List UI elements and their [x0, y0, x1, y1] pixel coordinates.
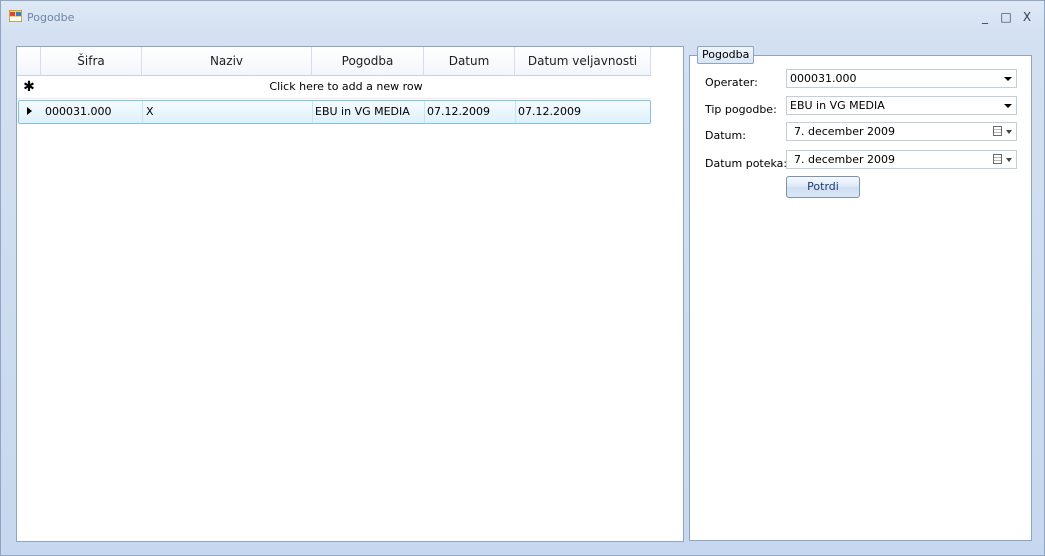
grid-header: Šifra Naziv Pogodba Datum Datum veljavno…: [17, 47, 651, 76]
column-header-datum-veljavnosti[interactable]: Datum veljavnosti: [515, 47, 651, 75]
row-pointer-icon: [27, 107, 32, 115]
contracts-grid[interactable]: Šifra Naziv Pogodba Datum Datum veljavno…: [16, 46, 684, 542]
datum-label: Datum:: [705, 129, 746, 142]
cell-naziv[interactable]: X: [143, 101, 313, 123]
datum-value[interactable]: 7. december 2009: [794, 125, 895, 138]
operater-label: Operater:: [705, 76, 758, 89]
table-row[interactable]: 000031.000 X EBU in VG MEDIA 07.12.2009 …: [18, 100, 651, 124]
tip-pogodbe-value: EBU in VG MEDIA: [790, 99, 885, 112]
potrdi-button[interactable]: Potrdi: [786, 176, 860, 198]
column-header-sifra[interactable]: Šifra: [41, 47, 142, 75]
cell-pogodba[interactable]: EBU in VG MEDIA: [313, 101, 425, 123]
cell-datum-veljavnosti[interactable]: 07.12.2009: [516, 101, 650, 123]
datum-poteka-picker[interactable]: 7. december 2009: [786, 150, 1017, 169]
datum-picker[interactable]: 7. december 2009: [786, 122, 1017, 141]
new-row-label[interactable]: Click here to add a new row: [41, 76, 651, 98]
chevron-down-icon[interactable]: [1006, 130, 1012, 134]
column-header-datum[interactable]: Datum: [424, 47, 515, 75]
tip-pogodbe-dropdown[interactable]: EBU in VG MEDIA: [786, 96, 1017, 115]
cell-sifra[interactable]: 000031.000: [42, 101, 143, 123]
operater-value: 000031.000: [790, 72, 857, 85]
maximize-button[interactable]: □: [997, 9, 1015, 25]
column-header-naziv[interactable]: Naziv: [142, 47, 312, 75]
calendar-icon[interactable]: [993, 126, 1002, 136]
groupbox-title: Pogodba: [697, 46, 755, 64]
tip-pogodbe-label: Tip pogodbe:: [705, 103, 777, 116]
chevron-down-icon[interactable]: [1004, 104, 1012, 108]
asterisk-icon: ✱: [23, 79, 35, 95]
new-row[interactable]: ✱ Click here to add a new row: [17, 76, 651, 99]
minimize-button[interactable]: _: [976, 9, 994, 25]
datum-poteka-value[interactable]: 7. december 2009: [794, 153, 895, 166]
title-bar[interactable]: Pogodbe _ □ X: [1, 1, 1044, 33]
calendar-icon[interactable]: [993, 154, 1002, 164]
app-window-icon: [9, 10, 22, 22]
cell-datum[interactable]: 07.12.2009: [425, 101, 516, 123]
row-header-corner[interactable]: [17, 47, 41, 75]
close-button[interactable]: X: [1018, 9, 1036, 25]
chevron-down-icon[interactable]: [1004, 77, 1012, 81]
window-title: Pogodbe: [27, 11, 75, 24]
column-header-pogodba[interactable]: Pogodba: [312, 47, 424, 75]
operater-dropdown[interactable]: 000031.000: [786, 69, 1017, 88]
chevron-down-icon[interactable]: [1006, 158, 1012, 162]
datum-poteka-label: Datum poteka:: [705, 157, 788, 170]
